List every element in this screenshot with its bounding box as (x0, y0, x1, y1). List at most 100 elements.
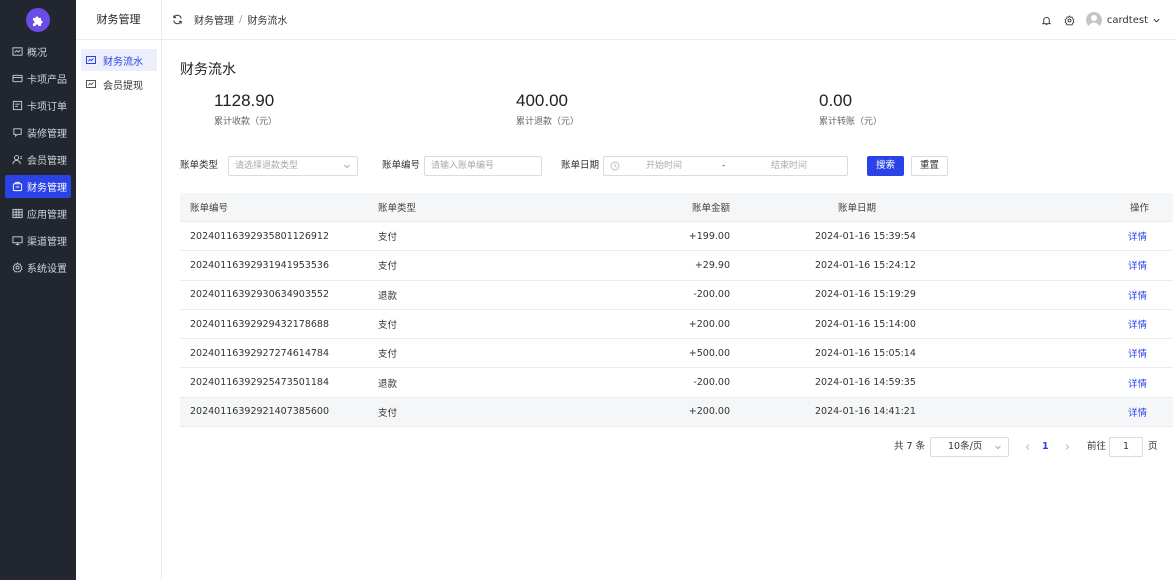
cell-bill-no: 20240116392930634903552 (190, 289, 330, 301)
sidebar-item-overview[interactable]: 概况 (5, 40, 71, 63)
table-row: 20240116392930634903552 退款 -200.00 2024-… (180, 281, 1173, 310)
sidebar-item-label: 系统设置 (27, 264, 67, 275)
bill-no-input[interactable]: 请输入账单编号 (424, 156, 542, 176)
cell-amount: +200.00 (688, 406, 730, 418)
detail-link[interactable]: 详情 (1128, 251, 1147, 279)
submenu-item-label: 会员提现 (103, 80, 143, 92)
pagination: 共 7 条 10条/页 1 前往 1 页 (162, 437, 1175, 457)
app-logo[interactable] (26, 8, 50, 32)
sidebar-item-finance[interactable]: 财务管理 (5, 175, 71, 198)
decoration-icon (11, 127, 23, 139)
sidebar-item-label: 会员管理 (27, 156, 67, 167)
breadcrumb: 财务管理 / 财务流水 (194, 12, 287, 27)
stat-label: 累计退款（元） (516, 117, 580, 127)
date-end-input[interactable]: 结束时间 (771, 157, 807, 175)
cell-bill-no: 20240116392927274614784 (190, 347, 330, 359)
date-start-input[interactable]: 开始时间 (646, 157, 682, 175)
sidebar-item-label: 概况 (27, 48, 47, 59)
date-separator: - (722, 161, 726, 171)
bill-type-label: 账单类型 (180, 160, 219, 171)
column-header-actions: 操作 (1129, 203, 1149, 214)
chevron-down-icon[interactable] (1152, 16, 1161, 25)
stat-label: 累计转账（元） (819, 117, 883, 127)
goto-page-input[interactable]: 1 (1109, 437, 1143, 457)
gear-icon[interactable] (1064, 14, 1076, 26)
column-header-amount: 账单金额 (691, 203, 730, 214)
submenu-title: 财务管理 (76, 0, 161, 40)
date-range-picker[interactable]: 开始时间 - 结束时间 (603, 156, 848, 176)
detail-link[interactable]: 详情 (1128, 398, 1147, 426)
detail-link[interactable]: 详情 (1128, 222, 1147, 250)
chevron-down-icon (344, 164, 350, 169)
cell-bill-no: 20240116392929432178688 (190, 318, 330, 330)
search-button[interactable]: 搜索 (867, 156, 904, 176)
detail-link[interactable]: 详情 (1128, 310, 1147, 338)
sidebar-item-card-orders[interactable]: 卡项订单 (5, 94, 71, 117)
refresh-icon[interactable] (172, 14, 184, 26)
withdraw-icon (86, 78, 98, 90)
username[interactable]: cardtest (1107, 15, 1148, 26)
cell-amount: +200.00 (688, 318, 730, 330)
sidebar-item-decoration[interactable]: 装修管理 (5, 121, 71, 144)
sidebar-item-apps[interactable]: 应用管理 (5, 202, 71, 225)
detail-link[interactable]: 详情 (1128, 339, 1147, 367)
apps-icon (11, 208, 23, 220)
ledger-icon (86, 54, 98, 66)
table-row: 20240116392925473501184 退款 -200.00 2024-… (180, 368, 1173, 398)
clock-icon (610, 161, 620, 171)
dashboard-icon (11, 46, 23, 58)
sidebar-item-settings[interactable]: 系统设置 (5, 256, 71, 279)
breadcrumb-separator: / (239, 14, 243, 25)
submenu-item-member-withdraw[interactable]: 会员提现 (81, 73, 157, 95)
table-row: 20240116392935801126912 支付 +199.00 2024-… (180, 222, 1173, 252)
chevron-left-icon (1025, 444, 1030, 450)
table-header: 账单编号 账单类型 账单金额 账单日期 操作 (180, 193, 1173, 222)
bell-icon[interactable] (1041, 14, 1053, 26)
sidebar-item-label: 卡项产品 (27, 75, 67, 86)
detail-link[interactable]: 详情 (1128, 281, 1147, 309)
breadcrumb-item-current: 财务流水 (247, 16, 288, 27)
breadcrumb-item[interactable]: 财务管理 (194, 12, 234, 27)
sidebar-item-card-products[interactable]: 卡项产品 (5, 67, 71, 90)
cell-bill-type: 支付 (378, 232, 398, 244)
sidebar-item-members[interactable]: 会员管理 (5, 148, 71, 171)
cell-amount: +500.00 (688, 347, 730, 359)
next-page-button[interactable] (1061, 437, 1073, 457)
reset-button[interactable]: 重置 (911, 156, 948, 176)
submenu-item-finance-flow[interactable]: 财务流水 (81, 49, 157, 71)
page-number-current[interactable]: 1 (1042, 437, 1049, 457)
cell-date: 2024-01-16 14:41:21 (815, 406, 916, 418)
order-icon (11, 100, 23, 112)
stat-total-received: 1128.90 累计收款（元） (214, 91, 277, 127)
cell-bill-type: 支付 (378, 320, 398, 332)
cell-date: 2024-01-16 14:59:35 (815, 377, 916, 389)
goto-label: 前往 (1087, 441, 1107, 452)
sidebar-item-channels[interactable]: 渠道管理 (5, 229, 71, 252)
stat-value: 0.00 (819, 91, 853, 110)
cell-date: 2024-01-16 15:19:29 (815, 289, 916, 301)
finance-table: 账单编号 账单类型 账单金额 账单日期 操作 20240116392935801… (180, 193, 1173, 428)
prev-page-button[interactable] (1022, 437, 1034, 457)
page-title: 财务流水 (180, 62, 236, 78)
secondary-menu: 财务管理 财务流水 会员提现 (76, 0, 162, 580)
pagination-total: 共 7 条 (894, 441, 926, 452)
main-sidebar: 概况 卡项产品 卡项订单 装修管理 会员管理 财务管理 应用管理 渠道管理 系统… (0, 0, 76, 580)
chevron-right-icon (1065, 444, 1070, 450)
avatar[interactable] (1085, 12, 1102, 28)
bill-type-select[interactable]: 请选择退款类型 (228, 156, 358, 176)
stat-label: 累计收款（元） (214, 117, 278, 127)
column-header-bill-type: 账单类型 (378, 203, 417, 214)
submenu-item-label: 财务流水 (103, 56, 143, 68)
bill-type-placeholder: 请选择退款类型 (235, 161, 299, 171)
column-header-date: 账单日期 (838, 203, 877, 214)
page-size-select[interactable]: 10条/页 (930, 437, 1009, 457)
cell-bill-type: 退款 (378, 378, 398, 390)
top-header: 财务管理 / 财务流水 cardtest (162, 0, 1175, 40)
channel-icon (11, 235, 23, 247)
stat-total-refunded: 400.00 累计退款（元） (516, 91, 579, 127)
stat-value: 1128.90 (214, 91, 275, 110)
cell-amount: -200.00 (693, 377, 730, 389)
table-row: 20240116392929432178688 支付 +200.00 2024-… (180, 310, 1173, 340)
stat-value: 400.00 (516, 91, 568, 110)
detail-link[interactable]: 详情 (1128, 368, 1147, 396)
